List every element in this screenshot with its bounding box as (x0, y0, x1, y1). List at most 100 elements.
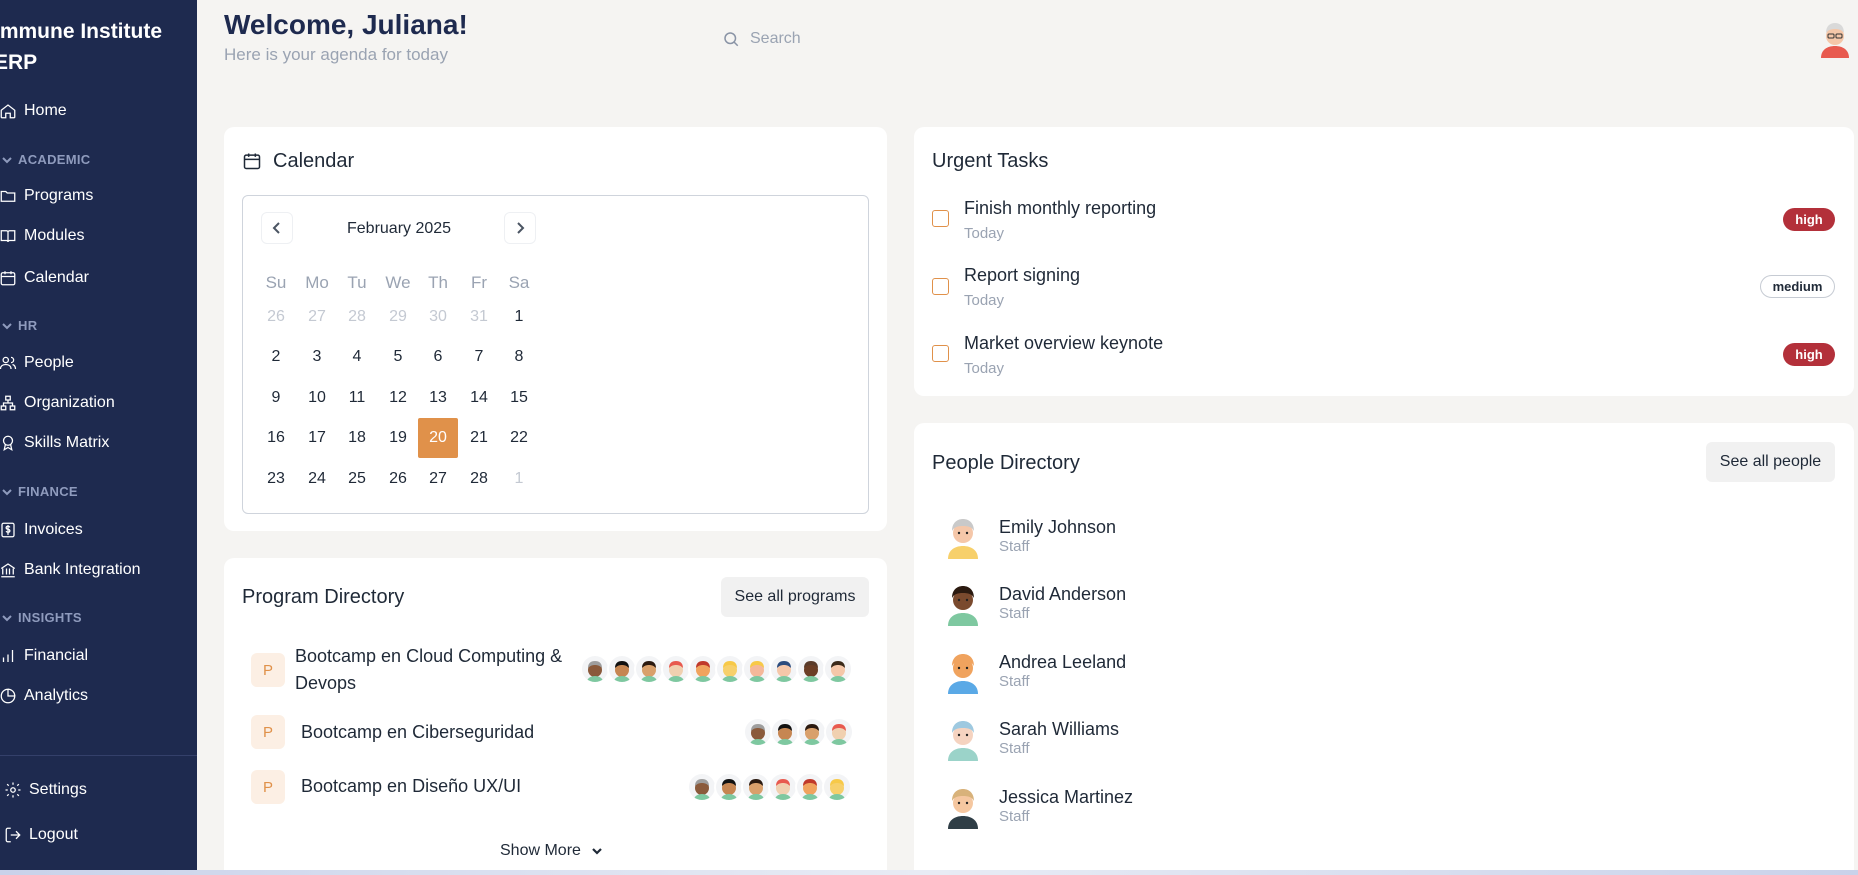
member-avatar[interactable] (796, 654, 826, 684)
calendar-icon (0, 268, 18, 288)
member-avatar[interactable] (661, 654, 691, 684)
member-avatar[interactable] (688, 654, 718, 684)
calendar-day[interactable]: 20 (418, 418, 458, 458)
sidebar-item-analytics[interactable]: Analytics (0, 679, 197, 713)
person-name[interactable]: David Anderson (999, 584, 1126, 605)
calendar-day[interactable]: 2 (256, 337, 296, 377)
sidebar-item-skills-matrix[interactable]: Skills Matrix (0, 426, 197, 460)
calendar-day[interactable]: 5 (378, 337, 418, 377)
section-hr[interactable]: HR (2, 318, 37, 333)
person-name[interactable]: Sarah Williams (999, 719, 1119, 740)
program-name[interactable]: Bootcamp en Cloud Computing & Devops (295, 643, 562, 697)
calendar-day[interactable]: 14 (459, 378, 499, 418)
person-avatar[interactable] (942, 513, 984, 559)
member-avatar[interactable] (822, 772, 852, 802)
person-avatar[interactable] (942, 580, 984, 626)
show-more-button[interactable]: Show More (500, 842, 603, 860)
sidebar-item-bank-integration[interactable]: Bank Integration (0, 553, 197, 587)
calendar-day[interactable]: 9 (256, 378, 296, 418)
search-bar[interactable] (722, 24, 1042, 54)
calendar-day[interactable]: 27 (418, 459, 458, 499)
sidebar-item-home[interactable]: Home (0, 94, 197, 128)
sidebar-item-financial[interactable]: Financial (0, 639, 197, 673)
sidebar-item-settings[interactable]: Settings (5, 773, 197, 807)
sidebar-item-logout[interactable]: Logout (5, 818, 197, 852)
sidebar-item-programs[interactable]: Programs (0, 179, 197, 213)
member-avatar[interactable] (824, 717, 854, 747)
member-avatar[interactable] (607, 654, 637, 684)
task-checkbox[interactable] (932, 210, 949, 227)
member-avatar[interactable] (742, 654, 772, 684)
person-avatar[interactable] (942, 648, 984, 694)
member-avatar[interactable] (741, 772, 771, 802)
sidebar-item-calendar[interactable]: Calendar (0, 261, 197, 295)
see-all-programs-button[interactable]: See all programs (721, 577, 869, 617)
calendar-day[interactable]: 16 (256, 418, 296, 458)
member-avatar[interactable] (714, 772, 744, 802)
member-avatar[interactable] (768, 772, 798, 802)
calendar-day[interactable]: 17 (297, 418, 337, 458)
calendar-day[interactable]: 23 (256, 459, 296, 499)
section-finance[interactable]: FINANCE (2, 484, 78, 499)
member-avatar[interactable] (580, 654, 610, 684)
next-month-button[interactable] (504, 212, 536, 244)
sidebar-item-label: Modules (24, 227, 85, 244)
person-name[interactable]: Andrea Leeland (999, 652, 1126, 673)
calendar-day[interactable]: 18 (337, 418, 377, 458)
calendar-day[interactable]: 8 (499, 337, 539, 377)
calendar-day[interactable]: 1 (499, 459, 539, 499)
member-avatar[interactable] (687, 772, 717, 802)
member-avatar[interactable] (823, 654, 853, 684)
user-avatar[interactable] (1817, 18, 1853, 58)
task-checkbox[interactable] (932, 278, 949, 295)
member-avatar[interactable] (743, 717, 773, 747)
page-subtitle: Here is your agenda for today (224, 45, 448, 64)
calendar-day[interactable]: 29 (378, 297, 418, 337)
task-checkbox[interactable] (932, 345, 949, 362)
calendar-day[interactable]: 19 (378, 418, 418, 458)
person-name[interactable]: Emily Johnson (999, 517, 1116, 538)
calendar-day[interactable]: 26 (256, 297, 296, 337)
calendar-day[interactable]: 12 (378, 378, 418, 418)
member-avatar[interactable] (715, 654, 745, 684)
calendar-day[interactable]: 22 (499, 418, 539, 458)
search-icon (724, 32, 739, 47)
calendar-day[interactable]: 3 (297, 337, 337, 377)
calendar-day[interactable]: 27 (297, 297, 337, 337)
section-insights[interactable]: INSIGHTS (2, 610, 82, 625)
program-name[interactable]: Bootcamp en Ciberseguridad (301, 719, 534, 746)
calendar-day[interactable]: 7 (459, 337, 499, 377)
member-avatar[interactable] (769, 654, 799, 684)
person-name[interactable]: Jessica Martinez (999, 787, 1133, 808)
calendar-day[interactable]: 21 (459, 418, 499, 458)
sidebar-item-modules[interactable]: Modules (0, 219, 197, 253)
calendar-day[interactable]: 1 (499, 297, 539, 337)
see-all-people-button[interactable]: See all people (1706, 442, 1835, 482)
member-avatar[interactable] (634, 654, 664, 684)
search-input[interactable] (750, 30, 1010, 48)
calendar-day[interactable]: 26 (378, 459, 418, 499)
person-avatar[interactable] (942, 783, 984, 829)
sidebar-item-invoices[interactable]: Invoices (0, 513, 197, 547)
calendar-day[interactable]: 6 (418, 337, 458, 377)
calendar-day[interactable]: 11 (337, 378, 377, 418)
calendar-day[interactable]: 13 (418, 378, 458, 418)
section-academic[interactable]: ACADEMIC (2, 152, 90, 167)
program-name[interactable]: Bootcamp en Diseño UX/UI (301, 773, 521, 800)
calendar-day[interactable]: 15 (499, 378, 539, 418)
calendar-day[interactable]: 28 (459, 459, 499, 499)
calendar-day[interactable]: 24 (297, 459, 337, 499)
member-avatar[interactable] (797, 717, 827, 747)
sidebar-item-organization[interactable]: Organization (0, 386, 197, 420)
member-avatar[interactable] (770, 717, 800, 747)
calendar-day[interactable]: 28 (337, 297, 377, 337)
calendar-day[interactable]: 25 (337, 459, 377, 499)
sidebar-item-people[interactable]: People (0, 346, 197, 380)
prev-month-button[interactable] (261, 212, 293, 244)
person-avatar[interactable] (942, 715, 984, 761)
member-avatar[interactable] (795, 772, 825, 802)
calendar-day[interactable]: 30 (418, 297, 458, 337)
calendar-day[interactable]: 31 (459, 297, 499, 337)
calendar-day[interactable]: 10 (297, 378, 337, 418)
calendar-day[interactable]: 4 (337, 337, 377, 377)
